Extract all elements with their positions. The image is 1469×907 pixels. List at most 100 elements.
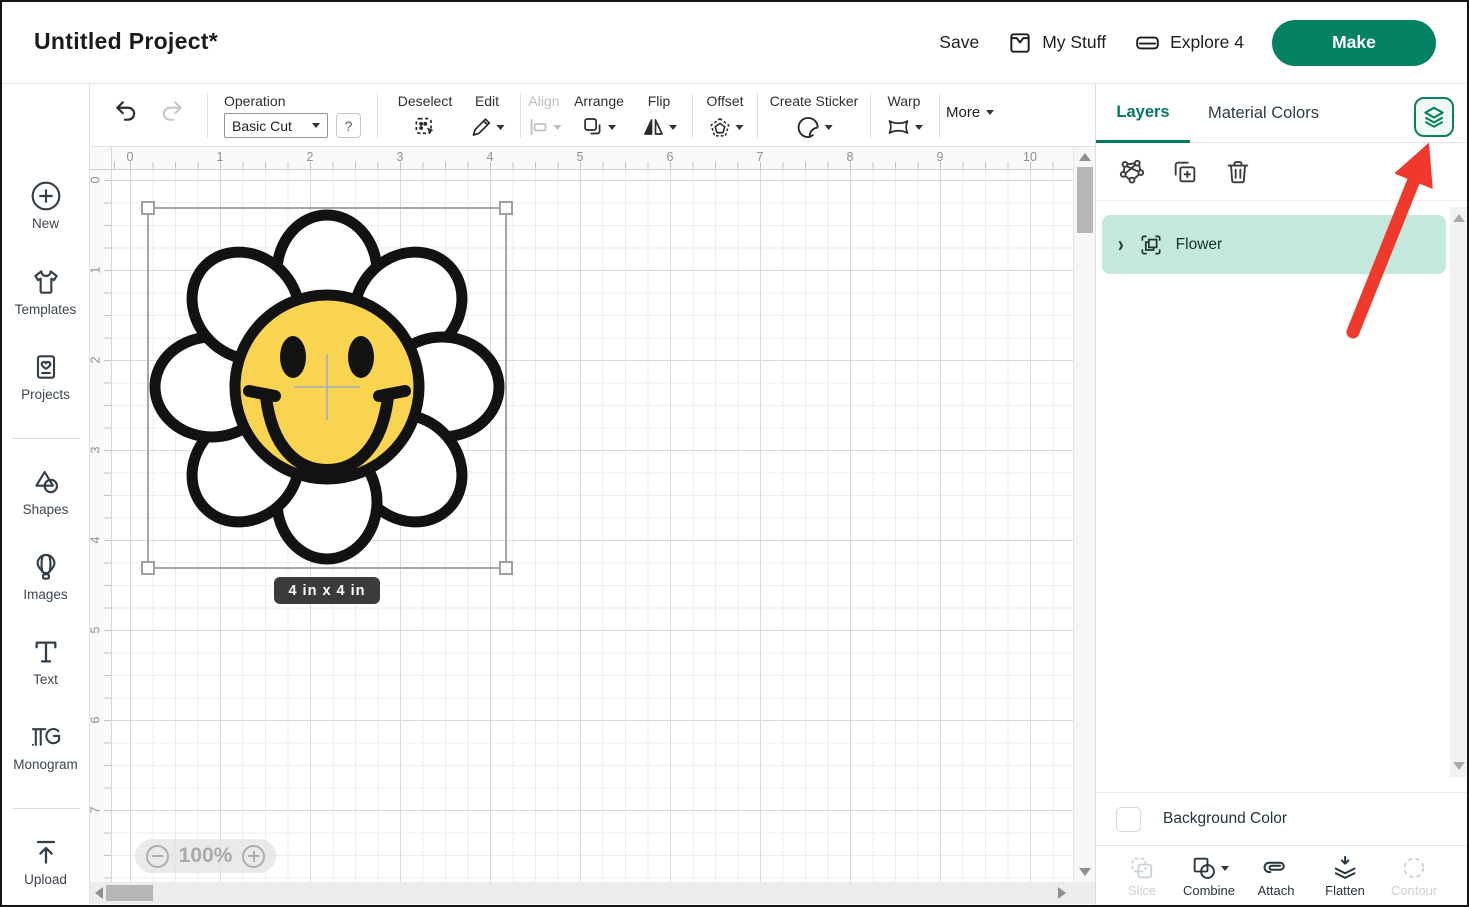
canvas-workspace: 012345678910 01234567: [90, 147, 1095, 907]
h-ruler-number: 5: [577, 150, 584, 164]
sidebar-label: New: [2, 216, 89, 231]
sidebar-label: Text: [2, 672, 89, 687]
canvas-horizontal-scrollbar[interactable]: [90, 882, 1095, 904]
align-button: Align: [527, 93, 562, 140]
create-sticker-label: Create Sticker: [770, 93, 859, 109]
sidebar-label: Monogram: [2, 757, 89, 772]
zoom-in-button[interactable]: [242, 845, 265, 868]
warp-button[interactable]: Warp: [885, 93, 923, 140]
zoom-level: 100%: [179, 844, 233, 868]
scroll-up-arrow-icon[interactable]: [1079, 153, 1091, 161]
scroll-left-arrow-icon[interactable]: [95, 887, 103, 899]
sidebar-item-images[interactable]: Images: [2, 551, 89, 602]
hot-air-balloon-icon: [30, 551, 62, 583]
flatten-button[interactable]: Flatten: [1325, 853, 1365, 898]
h-ruler-number: 4: [487, 150, 494, 164]
v-ruler-number: 2: [88, 357, 102, 364]
chevron-down-icon: [986, 110, 994, 115]
warp-label: Warp: [888, 93, 921, 109]
chevron-down-icon: [915, 125, 923, 130]
flip-button[interactable]: Flip: [641, 93, 677, 140]
layers-list-scrollbar[interactable]: [1450, 207, 1468, 777]
align-label: Align: [528, 93, 559, 109]
sidebar-item-upload[interactable]: Upload: [2, 836, 89, 887]
tab-material-colors[interactable]: Material Colors: [1208, 84, 1319, 143]
explore-machine-button[interactable]: Explore 4: [1134, 30, 1244, 56]
collapse-layers-panel-button[interactable]: [1414, 97, 1454, 137]
operation-dropdown[interactable]: Basic Cut: [224, 113, 328, 138]
v-ruler-number: 4: [88, 537, 102, 544]
sidebar-item-new[interactable]: New: [2, 180, 89, 231]
horizontal-scroll-thumb[interactable]: [106, 885, 153, 901]
explore-label: Explore 4: [1170, 32, 1244, 53]
sidebar-item-monogram[interactable]: Monogram: [2, 721, 89, 772]
h-ruler-number: 10: [1023, 150, 1037, 164]
canvas-vertical-scrollbar[interactable]: [1073, 147, 1095, 882]
save-button[interactable]: Save: [939, 32, 979, 53]
tab-layers[interactable]: Layers: [1096, 84, 1190, 143]
offset-button[interactable]: Offset: [706, 93, 743, 140]
background-color-row: Background Color: [1096, 792, 1467, 845]
delete-button[interactable]: [1224, 158, 1252, 186]
h-ruler-number: 0: [127, 150, 134, 164]
edit-toolbar: Operation Basic Cut ? Deselect Edit: [90, 84, 1095, 147]
zoom-out-button[interactable]: [146, 845, 169, 868]
sidebar-item-projects[interactable]: Projects: [2, 351, 89, 402]
chevron-down-icon: [497, 125, 505, 130]
vertical-scroll-thumb[interactable]: [1077, 167, 1093, 233]
redo-button[interactable]: [158, 98, 186, 129]
toolbar-divider: [377, 93, 378, 138]
h-ruler-number: 3: [397, 150, 404, 164]
create-sticker-button[interactable]: Create Sticker: [770, 93, 859, 140]
scroll-right-arrow-icon[interactable]: [1058, 887, 1066, 899]
deselect-marquee-icon: [398, 114, 452, 140]
v-ruler-number: 3: [88, 447, 102, 454]
deselect-label: Deselect: [398, 93, 452, 109]
background-color-label: Background Color: [1163, 810, 1287, 828]
sidebar-item-text[interactable]: Text: [2, 636, 89, 687]
background-color-checkbox[interactable]: [1116, 807, 1141, 832]
new-plus-icon: [30, 180, 62, 212]
my-stuff-button[interactable]: My Stuff: [1007, 30, 1106, 56]
group-button[interactable]: [1118, 158, 1146, 186]
text-t-icon: [30, 636, 62, 668]
toolbar-divider: [692, 93, 693, 138]
flower-smiley-artwork[interactable]: [149, 209, 505, 565]
scroll-down-arrow-icon[interactable]: [1079, 868, 1091, 876]
chevron-down-icon: [1221, 866, 1229, 871]
sticker-peel-icon: [770, 114, 859, 140]
layers-panel-footer: Slice Combine Attach: [1096, 845, 1467, 905]
make-button[interactable]: Make: [1272, 20, 1436, 66]
toolbar-divider: [757, 93, 758, 138]
deselect-button[interactable]: Deselect: [398, 93, 452, 140]
chevron-down-icon: [669, 125, 677, 130]
sidebar-label: Upload: [2, 872, 89, 887]
design-canvas[interactable]: 4 in x 4 in 100%: [112, 170, 1073, 882]
more-button[interactable]: More: [946, 104, 994, 121]
scroll-up-arrow-icon[interactable]: [1453, 214, 1465, 222]
sidebar-item-templates[interactable]: Templates: [2, 266, 89, 317]
offset-pentagon-icon: [706, 114, 743, 140]
scroll-down-arrow-icon[interactable]: [1453, 762, 1465, 770]
expand-chevron-icon[interactable]: ›: [1118, 232, 1124, 258]
attach-paperclip-icon: [1258, 853, 1295, 883]
duplicate-button[interactable]: [1171, 158, 1199, 186]
project-title: Untitled Project*: [34, 28, 218, 55]
edit-button[interactable]: Edit: [470, 93, 505, 140]
slice-icon: [1128, 853, 1156, 883]
sidebar-label: Images: [2, 587, 89, 602]
sidebar-item-shapes[interactable]: Shapes: [2, 466, 89, 517]
combine-button[interactable]: Combine: [1183, 853, 1235, 898]
layer-name: Flower: [1176, 236, 1223, 254]
my-stuff-label: My Stuff: [1042, 32, 1106, 53]
arrange-button[interactable]: Arrange: [574, 93, 624, 140]
attach-button[interactable]: Attach: [1258, 853, 1295, 898]
layer-row-flower[interactable]: › Flower: [1102, 215, 1446, 274]
chevron-down-icon: [735, 125, 743, 130]
v-ruler-number: 7: [88, 807, 102, 814]
undo-button[interactable]: [112, 98, 140, 129]
project-card-icon: [30, 351, 62, 383]
operation-help-button[interactable]: ?: [336, 113, 361, 138]
save-label: Save: [939, 32, 979, 53]
upload-arrow-icon: [30, 836, 62, 868]
